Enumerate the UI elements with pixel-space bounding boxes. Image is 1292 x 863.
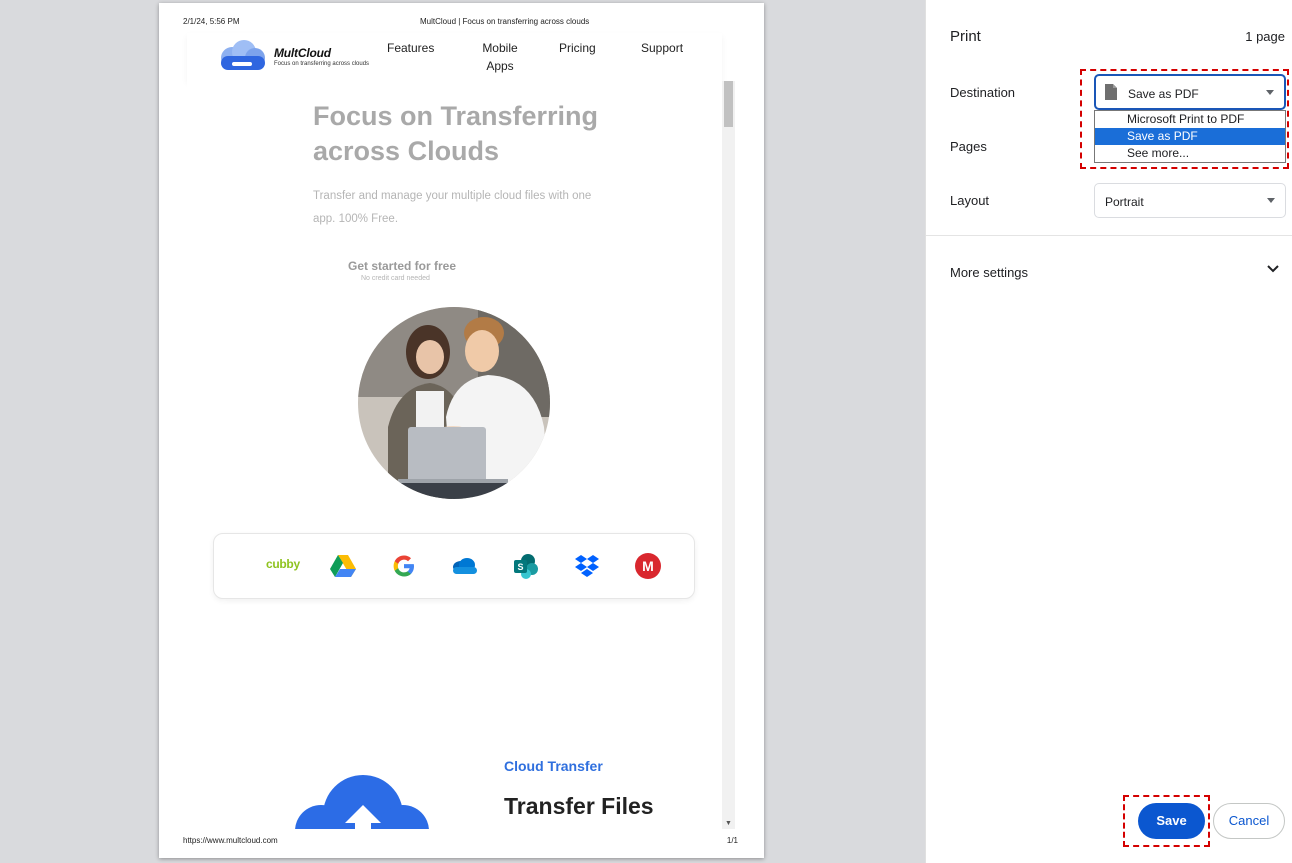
- destination-highlight-box: [1080, 69, 1289, 169]
- logo-tagline: Focus on transferring across clouds: [274, 61, 370, 67]
- print-title: Print: [950, 28, 981, 45]
- cta-label: Get started for free: [348, 259, 457, 273]
- preview-scrollbar[interactable]: ▼: [722, 81, 735, 829]
- sharepoint-icon: S: [514, 554, 538, 579]
- nav-mobile-apps: Mobile Apps: [482, 41, 518, 73]
- destination-label: Destination: [950, 85, 1016, 100]
- save-highlight-box: [1123, 795, 1210, 847]
- transfer-cloud-icon: [295, 775, 429, 829]
- page-header-title: MultCloud | Focus on transferring across…: [420, 17, 590, 26]
- section-tag: Cloud Transfer: [504, 758, 603, 774]
- logo-name: MultCloud: [274, 46, 331, 60]
- svg-text:M: M: [642, 558, 654, 574]
- layout-label: Layout: [950, 193, 990, 208]
- scrollbar-thumb[interactable]: [724, 81, 733, 127]
- nav-features: Features: [387, 41, 435, 55]
- pages-label: Pages: [950, 139, 987, 154]
- site-header: MultCloud Focus on transferring across c…: [187, 33, 722, 81]
- cubby-logo: cubby: [266, 557, 300, 571]
- page-count: 1 page: [1245, 29, 1285, 44]
- google-drive-icon: [330, 555, 356, 577]
- page-footer-number: 1/1: [726, 836, 738, 845]
- hero-photo: [358, 307, 550, 499]
- mega-icon: M: [635, 553, 661, 579]
- cta-note: No credit card needed: [361, 275, 430, 282]
- layout-select[interactable]: Portrait: [1094, 183, 1286, 218]
- print-preview-area: 2/1/24, 5:56 PM MultCloud | Focus on tra…: [0, 0, 925, 863]
- page-footer-url: https://www.multcloud.com: [183, 836, 278, 845]
- page-content: Focus on Transferring across Clouds Tran…: [187, 81, 722, 829]
- svg-text:S: S: [517, 562, 523, 572]
- dropbox-icon: [575, 555, 599, 577]
- page-header-date: 2/1/24, 5:56 PM: [183, 17, 240, 26]
- more-settings-label: More settings: [950, 265, 1029, 280]
- section-title: Transfer Files: [504, 793, 654, 819]
- nav-support: Support: [641, 41, 684, 55]
- onedrive-icon: [453, 558, 477, 574]
- more-settings-toggle[interactable]: More settings: [926, 250, 1292, 294]
- preview-page: 2/1/24, 5:56 PM MultCloud | Focus on tra…: [159, 3, 764, 858]
- dropdown-caret-icon: [1267, 198, 1275, 203]
- cancel-button[interactable]: Cancel: [1213, 803, 1285, 839]
- hero-title: Focus on Transferring across Clouds: [313, 101, 599, 166]
- hero-subtitle: Transfer and manage your multiple cloud …: [313, 190, 592, 225]
- multcloud-logo: MultCloud Focus on transferring across c…: [218, 38, 378, 74]
- divider: [926, 235, 1292, 236]
- layout-value: Portrait: [1105, 195, 1144, 209]
- nav-pricing: Pricing: [559, 41, 596, 55]
- multcloud-cloud-icon: [221, 40, 265, 70]
- google-icon: [393, 555, 414, 577]
- cloud-logos-card: cubby S M: [213, 533, 695, 599]
- scroll-down-arrow-icon[interactable]: ▼: [725, 820, 732, 827]
- chevron-down-icon: [1267, 265, 1279, 273]
